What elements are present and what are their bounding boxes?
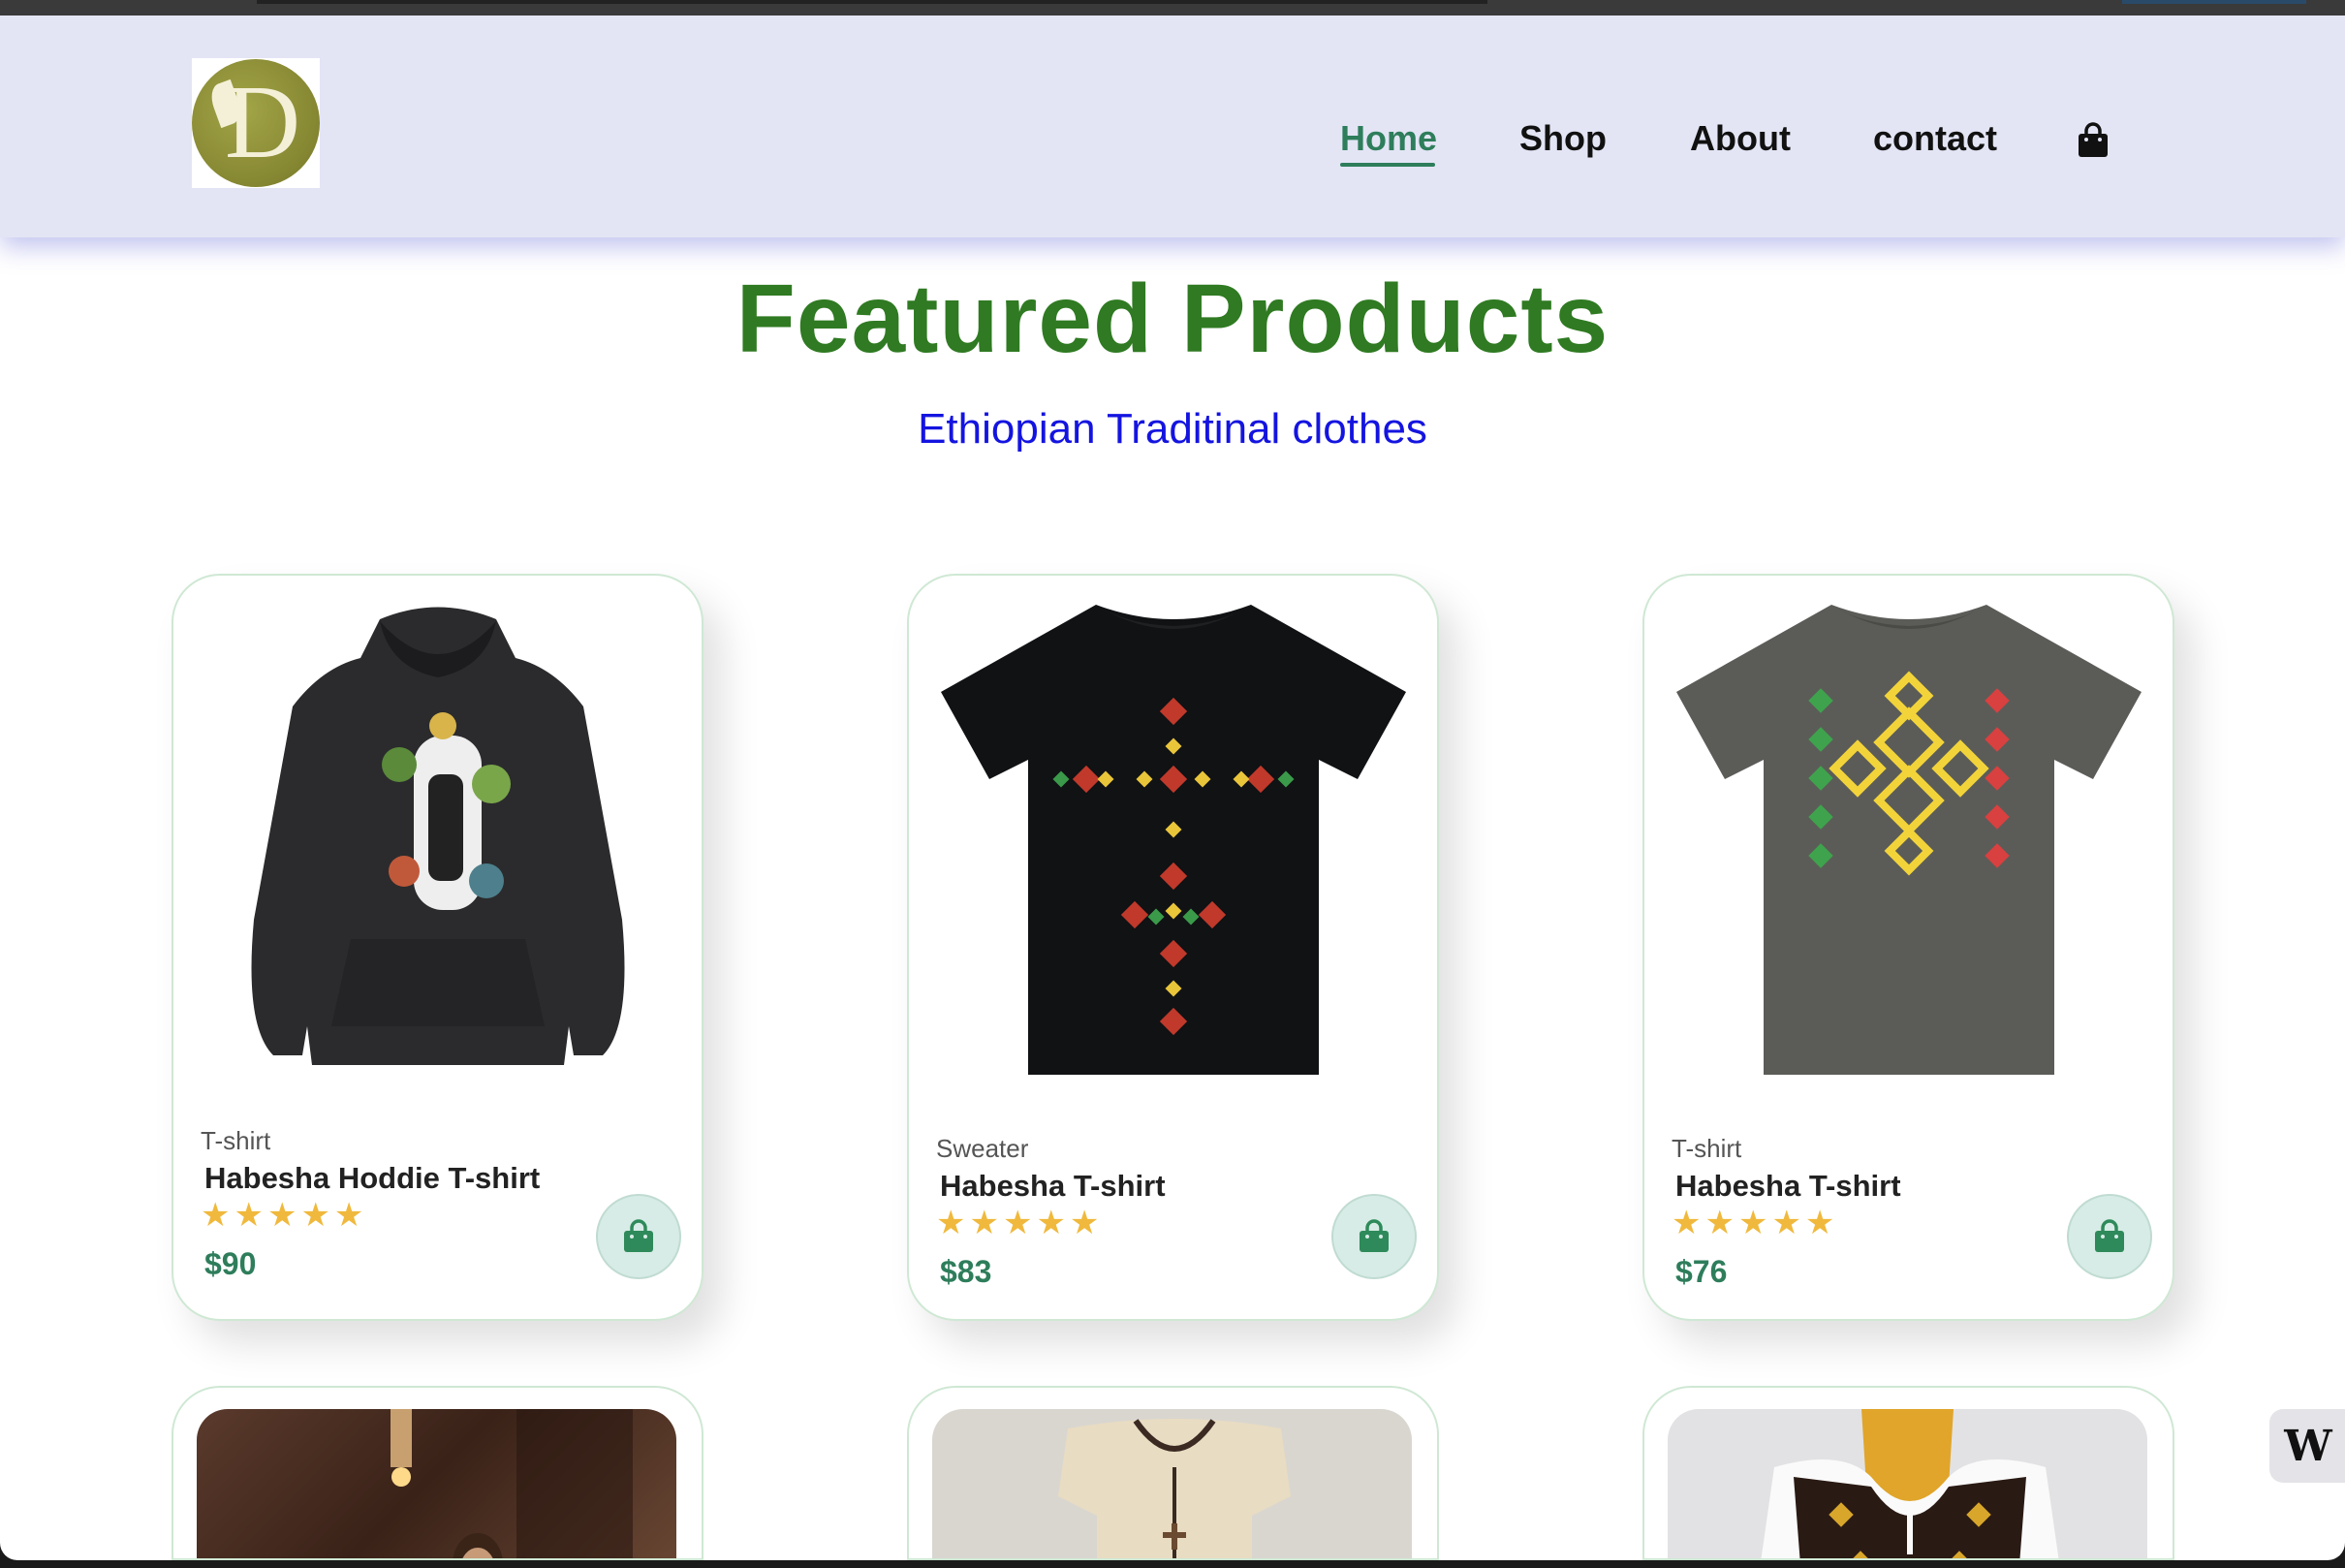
active-underline	[1340, 163, 1435, 167]
product-price: $90	[204, 1246, 257, 1281]
nav-home[interactable]: Home	[1340, 118, 1438, 167]
shopping-bag-icon	[1360, 1219, 1389, 1252]
product-image	[932, 1409, 1412, 1558]
page-title: Featured Products	[735, 265, 1610, 373]
add-to-cart-button[interactable]	[1331, 1194, 1417, 1279]
product-image	[1664, 595, 2153, 1080]
navbar: D Home Shop About contact	[0, 16, 2345, 237]
chrome-bar-accent	[2122, 0, 2306, 4]
hoodie-image	[251, 607, 624, 1065]
logo-emblem: D	[192, 59, 320, 187]
nav-contact[interactable]: contact	[1873, 118, 1997, 159]
add-to-cart-button[interactable]	[596, 1194, 681, 1279]
product-category: Sweater	[936, 1134, 1029, 1163]
product-card[interactable]	[907, 1386, 1439, 1560]
webflow-badge[interactable]: W	[2269, 1409, 2345, 1483]
tshirt-image	[940, 605, 1406, 1075]
nav-shop-label: Shop	[1519, 118, 1607, 158]
product-image	[197, 1409, 676, 1558]
product-card[interactable]	[172, 1386, 704, 1560]
shopping-bag-icon	[2095, 1219, 2124, 1252]
shopping-bag-icon	[2079, 122, 2108, 157]
browser-chrome	[0, 0, 2345, 16]
logo[interactable]: D	[192, 58, 320, 188]
chrome-bar	[257, 0, 1487, 4]
star-rating: ★★★★★	[1672, 1205, 1839, 1241]
product-card[interactable]: T-shirt Habesha T-shirt ★★★★★ $76	[1642, 574, 2174, 1321]
logo-letter: D	[225, 65, 300, 180]
dress-photo	[1761, 1409, 2059, 1558]
shopping-bag-icon	[624, 1219, 653, 1252]
product-price: $76	[1675, 1254, 1728, 1289]
product-card[interactable]	[1642, 1386, 2174, 1560]
model-photo	[391, 1409, 633, 1558]
add-to-cart-button[interactable]	[2067, 1194, 2152, 1279]
dress-photo	[1058, 1419, 1291, 1558]
cart-button[interactable]	[2077, 122, 2110, 159]
product-image	[193, 595, 682, 1080]
star-rating: ★★★★★	[936, 1205, 1104, 1241]
product-category: T-shirt	[1672, 1134, 1742, 1163]
product-card[interactable]: T-shirt Habesha Hoddie T-shirt ★★★★★ $90	[172, 574, 704, 1321]
product-card[interactable]: Sweater Habesha T-shirt ★★★★★ $83	[907, 574, 1439, 1321]
nav-contact-label: contact	[1873, 118, 1998, 158]
page: D Home Shop About contact Featured Produ…	[0, 16, 2345, 1560]
page-subtitle: Ethiopian Traditinal clothes	[918, 405, 1427, 453]
product-image	[1668, 1409, 2147, 1558]
star-rating: ★★★★★	[201, 1197, 368, 1234]
nav-shop[interactable]: Shop	[1519, 118, 1607, 159]
tshirt-image	[1675, 605, 2142, 1075]
product-name: Habesha T-shirt	[1675, 1169, 1901, 1203]
nav-about-label: About	[1690, 118, 1791, 158]
product-image	[928, 595, 1418, 1080]
nav-home-label: Home	[1340, 118, 1438, 158]
product-name: Habesha Hoddie T-shirt	[204, 1161, 541, 1195]
product-name: Habesha T-shirt	[940, 1169, 1166, 1203]
product-category: T-shirt	[201, 1126, 271, 1155]
nav-about[interactable]: About	[1690, 118, 1791, 159]
product-price: $83	[940, 1254, 992, 1289]
